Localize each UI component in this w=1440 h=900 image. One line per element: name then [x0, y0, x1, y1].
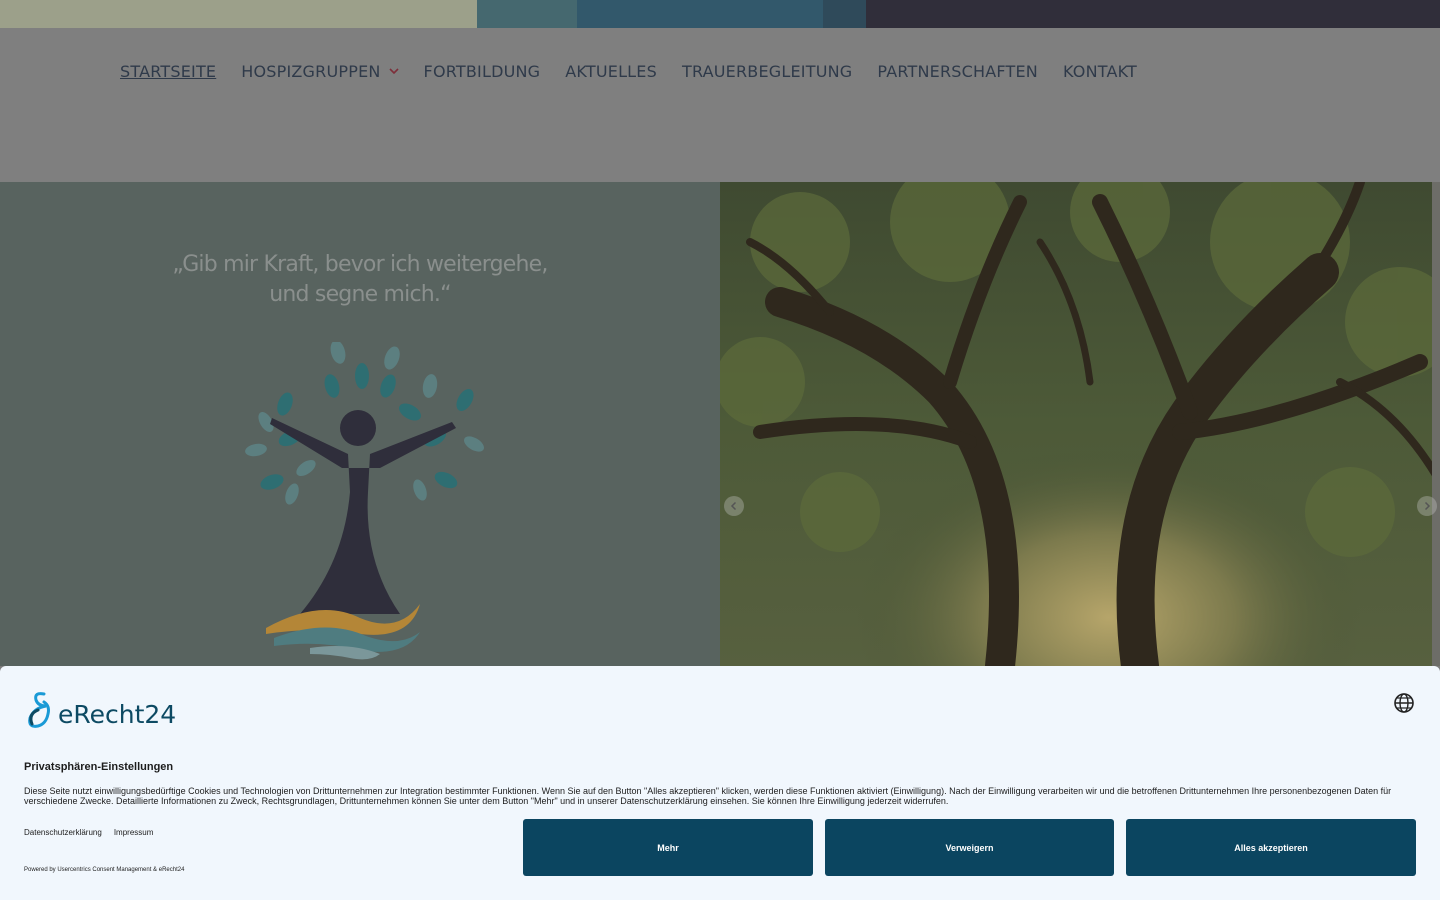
slider-prev-button[interactable]	[724, 496, 744, 516]
slider-next-button[interactable]	[1417, 496, 1437, 516]
powered-by-text: Powered by Usercentrics Consent Manageme…	[24, 867, 185, 873]
consent-title: Privatsphären-Einstellungen	[24, 761, 174, 773]
erecht24-logo-icon	[28, 692, 50, 728]
quote-line: und segne mich.“	[269, 282, 451, 307]
globe-icon[interactable]	[1393, 692, 1415, 714]
strip-segment	[577, 0, 823, 28]
hero-quote: „Gib mir Kraft, bevor ich weitergehe, un…	[120, 250, 600, 310]
strip-segment	[0, 0, 477, 28]
main-navigation: STARTSEITE HOSPIZGRUPPEN FORTBILDUNG AKT…	[120, 60, 1162, 82]
nav-item-trauerbegleitung[interactable]: TRAUERBEGLEITUNG	[682, 60, 852, 82]
nav-item-kontakt[interactable]: KONTAKT	[1063, 60, 1137, 82]
strip-segment	[477, 0, 577, 28]
chevron-down-icon	[388, 68, 399, 75]
imprint-link[interactable]: Impressum	[114, 828, 154, 837]
quote-line: „Gib mir Kraft, bevor ich weitergehe,	[172, 252, 548, 277]
brand-name: eRecht24	[58, 700, 177, 729]
privacy-policy-link[interactable]: Datenschutzerklärung	[24, 828, 102, 837]
erecht24-logo: eRecht24	[24, 690, 176, 730]
nav-item-aktuelles[interactable]: AKTUELLES	[565, 60, 657, 82]
more-button[interactable]: Mehr	[523, 819, 813, 876]
nav-item-partnerschaften[interactable]: PARTNERSCHAFTEN	[877, 60, 1038, 82]
strip-segment	[866, 0, 1440, 28]
site-header: STARTSEITE HOSPIZGRUPPEN FORTBILDUNG AKT…	[0, 28, 1440, 182]
consent-links: Datenschutzerklärung Impressum	[24, 828, 153, 837]
tree-photo	[720, 182, 1440, 666]
person-tree-logo-icon	[245, 342, 484, 660]
deny-button[interactable]: Verweigern	[825, 819, 1114, 876]
chevron-right-icon	[1424, 501, 1431, 511]
chevron-left-icon	[730, 501, 737, 511]
consent-description: Diese Seite nutzt einwilligungsbedürftig…	[24, 786, 1392, 806]
nav-item-label: HOSPIZGRUPPEN	[241, 61, 381, 81]
accept-all-button[interactable]: Alles akzeptieren	[1126, 819, 1416, 876]
top-color-strip	[0, 0, 1440, 28]
hero-image-slider	[720, 182, 1440, 666]
cookie-consent-banner: eRecht24 Privatsphären-Einstellungen Die…	[0, 666, 1440, 900]
nav-item-hospizgruppen[interactable]: HOSPIZGRUPPEN	[241, 60, 399, 82]
hero-section: „Gib mir Kraft, bevor ich weitergehe, un…	[0, 182, 1440, 666]
hero-quote-panel: „Gib mir Kraft, bevor ich weitergehe, un…	[0, 182, 720, 666]
strip-segment	[823, 0, 866, 28]
nav-item-fortbildung[interactable]: FORTBILDUNG	[424, 60, 541, 82]
nav-item-startseite[interactable]: STARTSEITE	[120, 60, 216, 82]
